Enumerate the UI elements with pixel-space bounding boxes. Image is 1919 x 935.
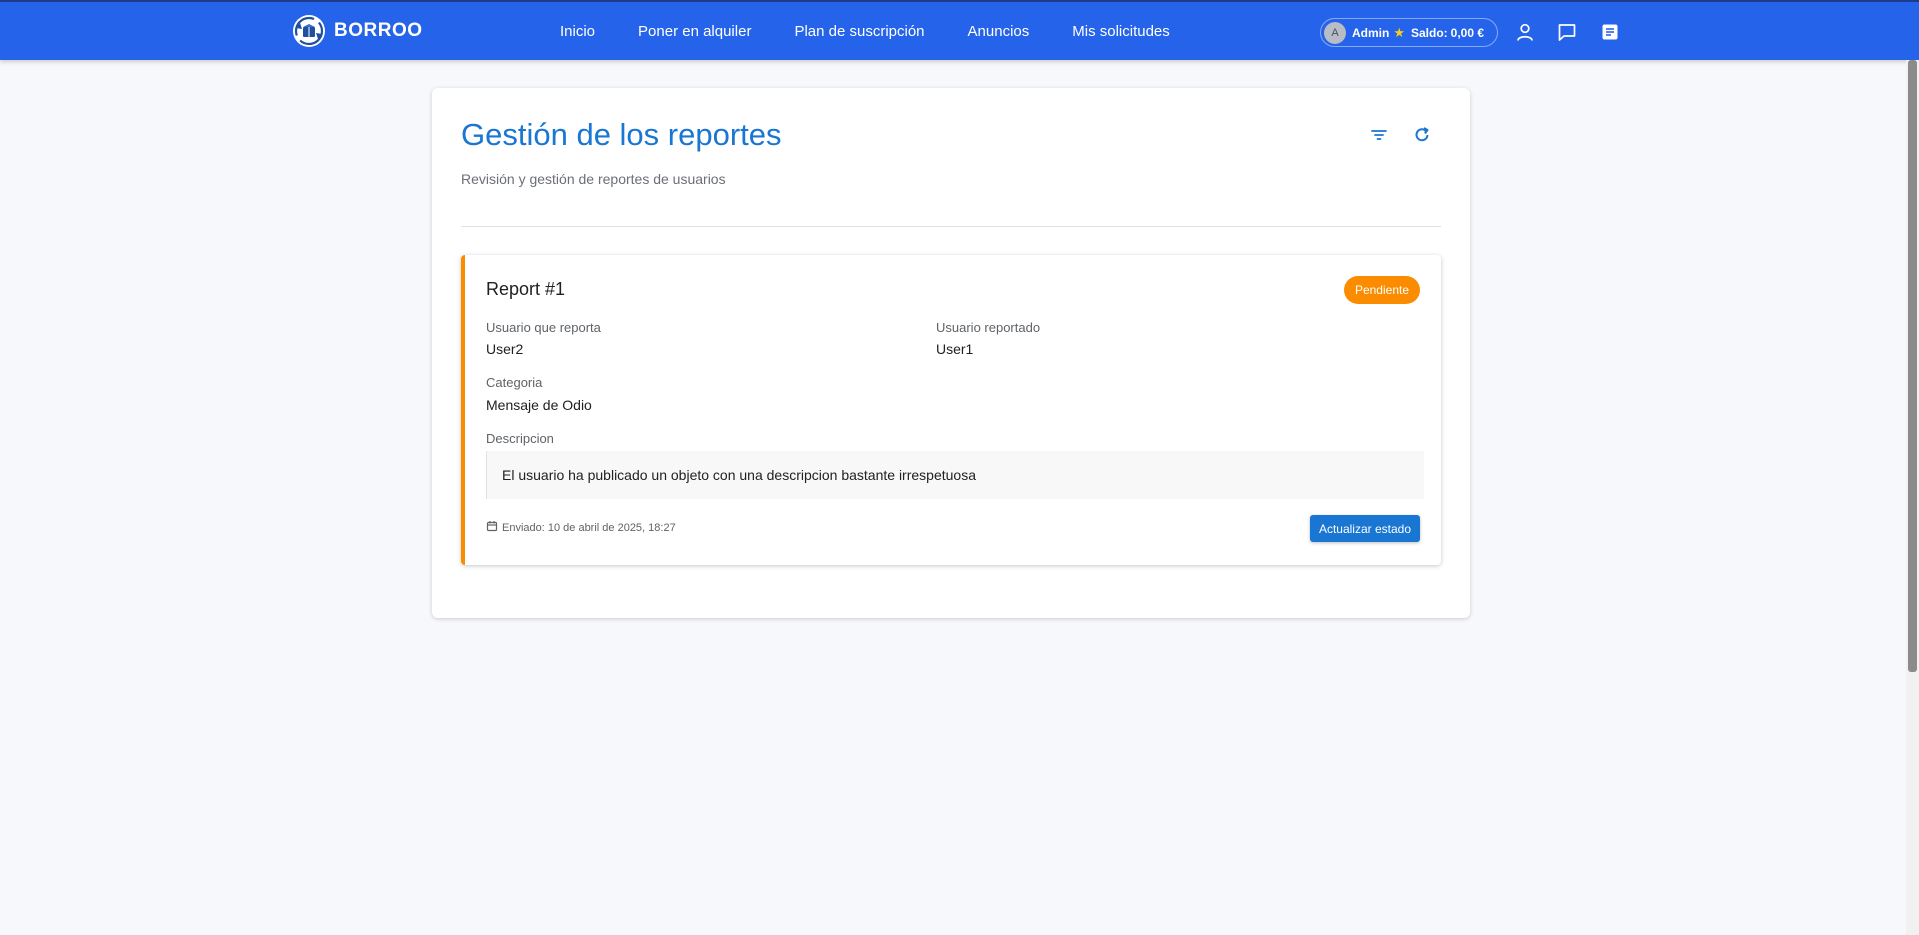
user-icon[interactable] xyxy=(1514,21,1536,43)
main-nav: Inicio Poner en alquiler Plan de suscrip… xyxy=(560,2,1213,60)
sent-date: Enviado: 10 de abril de 2025, 18:27 xyxy=(502,521,676,534)
reported-value: User1 xyxy=(936,341,974,357)
balance-label: Saldo: xyxy=(1411,25,1448,40)
description-label: Descripcion xyxy=(486,431,554,446)
nav-link-mis-solicitudes[interactable]: Mis solicitudes xyxy=(1072,23,1170,40)
nav-link-plan-de-suscripcion[interactable]: Plan de suscripción xyxy=(794,23,924,40)
category-value: Mensaje de Odio xyxy=(486,397,592,413)
status-badge: Pendiente xyxy=(1343,276,1420,304)
filter-icon[interactable] xyxy=(1367,123,1391,147)
calendar-icon xyxy=(486,520,498,535)
top-navigation-bar: BORROO Inicio Poner en alquiler Plan de … xyxy=(0,0,1919,60)
update-status-button[interactable]: Actualizar estado xyxy=(1309,515,1420,542)
description-box: El usuario ha publicado un objeto con un… xyxy=(486,451,1424,499)
page-title: Gestión de los reportes xyxy=(461,117,782,152)
category-label: Categoria xyxy=(486,375,543,390)
notes-icon[interactable] xyxy=(1599,21,1621,43)
sent-row: Enviado: 10 de abril de 2025, 18:27 xyxy=(486,520,676,535)
divider xyxy=(461,226,1441,227)
refresh-icon[interactable] xyxy=(1410,123,1434,147)
report-title: Report #1 xyxy=(486,279,566,299)
account-username: Admin xyxy=(1352,25,1390,40)
report-card: Report #1 Pendiente Usuario que reporta … xyxy=(461,255,1441,565)
star-icon: ★ xyxy=(1393,24,1405,40)
reporter-label: Usuario que reporta xyxy=(486,320,601,335)
balance-value: 0,00 € xyxy=(1450,25,1485,40)
brand-name: BORROO xyxy=(334,20,423,41)
recycle-box-logo-icon xyxy=(292,14,326,48)
brand[interactable]: BORROO xyxy=(292,14,423,48)
nav-link-inicio[interactable]: Inicio xyxy=(560,23,595,40)
reported-label: Usuario reportado xyxy=(936,320,1041,335)
reports-panel: Gestión de los reportes Revisión y gesti… xyxy=(432,88,1470,618)
nav-link-poner-en-alquiler[interactable]: Poner en alquiler xyxy=(638,23,751,40)
avatar: A xyxy=(1324,21,1346,44)
chat-icon[interactable] xyxy=(1556,21,1578,43)
reporter-value: User2 xyxy=(486,341,524,357)
page-subtitle: Revisión y gestión de reportes de usuari… xyxy=(461,171,726,187)
description-value: El usuario ha publicado un objeto con un… xyxy=(502,467,976,483)
nav-link-anuncios[interactable]: Anuncios xyxy=(968,23,1030,40)
account-chip[interactable]: A Admin ★ Saldo: 0,00 € xyxy=(1320,18,1498,47)
scrollbar-thumb[interactable] xyxy=(1908,60,1917,672)
